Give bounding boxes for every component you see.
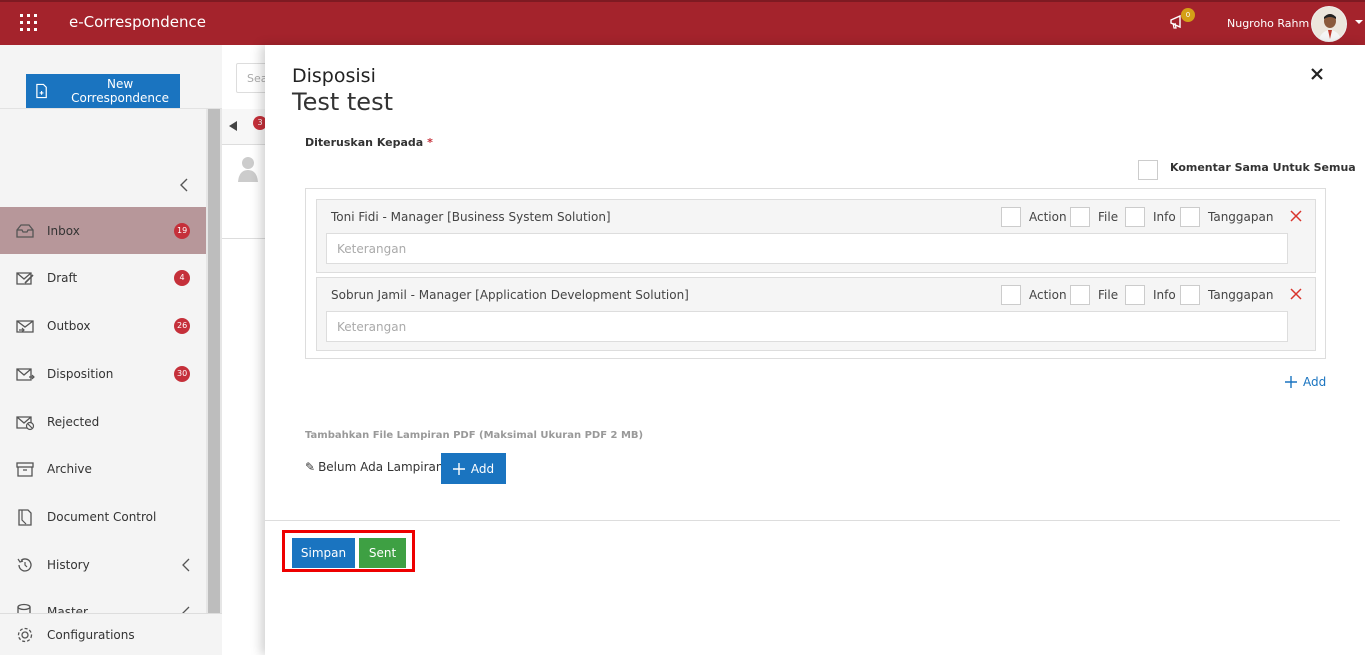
plus-icon [452,462,465,475]
recipient-row: Toni Fidi - Manager [Business System Sol… [316,199,1316,273]
draft-icon [16,271,34,285]
info-checkbox[interactable] [1125,207,1145,227]
master-expand-chevron-icon[interactable] [181,606,191,613]
file-checkbox[interactable] [1070,207,1090,227]
info-checkbox[interactable] [1125,285,1145,305]
sidebar-item-label: Document Control [47,509,157,524]
no-attachment-text: Belum Ada Lampiran - [318,460,452,474]
disposition-icon [16,367,35,381]
sidebar-item-document-control[interactable]: Document Control [0,493,206,540]
document-control-icon [18,508,32,526]
add-attachment-button[interactable]: Add [441,453,506,484]
modal-title: Disposisi [292,65,376,87]
sidebar-item-master[interactable]: Master [0,589,206,613]
add-attachment-label: Add [470,461,495,476]
disposition-modal: Disposisi Test test Diteruskan Kepada * … [265,45,1365,655]
archive-icon [16,461,34,477]
top-bar: e-Correspondence 0 Nugroho Rahm [0,0,1365,45]
recipient-name: Toni Fidi - Manager [Business System Sol… [331,210,611,224]
remarks-input[interactable] [326,311,1288,342]
forward-to-label-text: Diteruskan Kepada [305,136,424,149]
notification-megaphone-icon[interactable]: 0 [1168,8,1195,36]
new-document-icon [36,83,47,99]
action-label: Action [1029,288,1067,302]
sidebar-item-outbox[interactable]: Outbox 26 [0,302,206,349]
remove-recipient-icon[interactable] [1290,210,1302,222]
collapse-sidebar-chevron-icon[interactable] [178,178,190,192]
tanggapan-label: Tanggapan [1208,288,1274,302]
sidebar-item-label: Draft [47,270,78,285]
sidebar-item-configurations[interactable]: Configurations [0,613,222,655]
same-comment-checkbox[interactable] [1138,160,1158,180]
recipient-name: Sobrun Jamil - Manager [Application Deve… [331,288,689,302]
sidebar-item-label: Disposition [47,366,114,381]
file-checkbox[interactable] [1070,285,1090,305]
sidebar-item-disposition[interactable]: Disposition 30 [0,350,206,397]
sidebar-scrollbar[interactable] [208,109,220,613]
sidebar-item-label: Archive [47,461,92,476]
sidebar-item-label: Rejected [47,414,100,429]
recipient-row: Sobrun Jamil - Manager [Application Deve… [316,277,1316,351]
tanggapan-checkbox[interactable] [1180,207,1200,227]
action-checkbox[interactable] [1001,207,1021,227]
file-label: File [1098,210,1119,224]
inbox-icon [16,223,34,238]
sidebar-item-rejected[interactable]: Rejected [0,398,206,445]
user-avatar[interactable] [1311,6,1347,42]
info-label: Info [1153,210,1176,224]
save-button[interactable]: Simpan [292,538,355,568]
prev-arrow-icon[interactable] [229,121,237,131]
modal-subtitle: Test test [292,88,393,116]
disposition-count-badge: 30 [174,365,191,382]
history-expand-chevron-icon[interactable] [181,558,191,572]
send-button[interactable]: Sent [359,538,406,568]
recipient-list: Toni Fidi - Manager [Business System Sol… [305,188,1326,359]
gear-icon [17,627,33,642]
add-recipient-link[interactable]: Add [1285,375,1326,389]
paperclip-icon: ✎ [305,460,316,474]
same-comment-label: Komentar Sama Untuk Semua [1170,161,1356,174]
sidebar-item-label: Outbox [47,318,91,333]
plus-icon [1285,376,1297,388]
user-menu-caret-icon[interactable] [1355,20,1363,24]
sidebar-item-label: Configurations [47,627,135,642]
sidebar-item-inbox[interactable]: Inbox 19 [0,207,206,254]
app-title: e-Correspondence [69,13,207,31]
close-icon[interactable] [1308,65,1326,83]
footer-divider [265,520,1340,521]
sidebar-item-draft[interactable]: Draft 4 [0,254,206,301]
sidebar-item-history[interactable]: History [0,541,206,588]
file-label: File [1098,288,1119,302]
remarks-input[interactable] [326,233,1288,264]
sidebar-item-label: Master [47,605,88,613]
sidebar-item-archive[interactable]: Archive [0,445,206,492]
action-checkbox[interactable] [1001,285,1021,305]
default-avatar-icon [238,157,258,182]
sidebar-item-label: Inbox [47,223,80,238]
tanggapan-label: Tanggapan [1208,210,1274,224]
required-mark: * [427,136,433,149]
history-icon [17,557,32,572]
sidebar-item-label: History [47,557,90,572]
add-recipient-label: Add [1303,375,1327,389]
action-label: Action [1029,210,1067,224]
outbox-icon [16,319,34,333]
sidebar: Inbox 19 Draft 4 Outbox 26 Disposition 3… [0,45,222,655]
notification-badge: 0 [1181,8,1195,22]
attachment-label: Tambahkan File Lampiran PDF (Maksimal Uk… [305,430,644,441]
remove-recipient-icon[interactable] [1290,288,1302,300]
new-correspondence-button[interactable]: New Correspondence [26,74,180,108]
draft-count-badge: 4 [174,269,190,286]
rejected-icon [16,415,35,430]
apps-grid-icon[interactable] [20,14,37,31]
inbox-count-badge: 19 [174,222,191,239]
attachment-status: ✎ Belum Ada Lampiran - [305,460,452,474]
tanggapan-checkbox[interactable] [1180,285,1200,305]
forward-to-label: Diteruskan Kepada * [305,136,433,149]
new-correspondence-label: New Correspondence [71,77,170,105]
user-name[interactable]: Nugroho Rahm [1227,17,1309,30]
master-icon [17,603,31,613]
outbox-count-badge: 26 [174,317,191,334]
info-label: Info [1153,288,1176,302]
